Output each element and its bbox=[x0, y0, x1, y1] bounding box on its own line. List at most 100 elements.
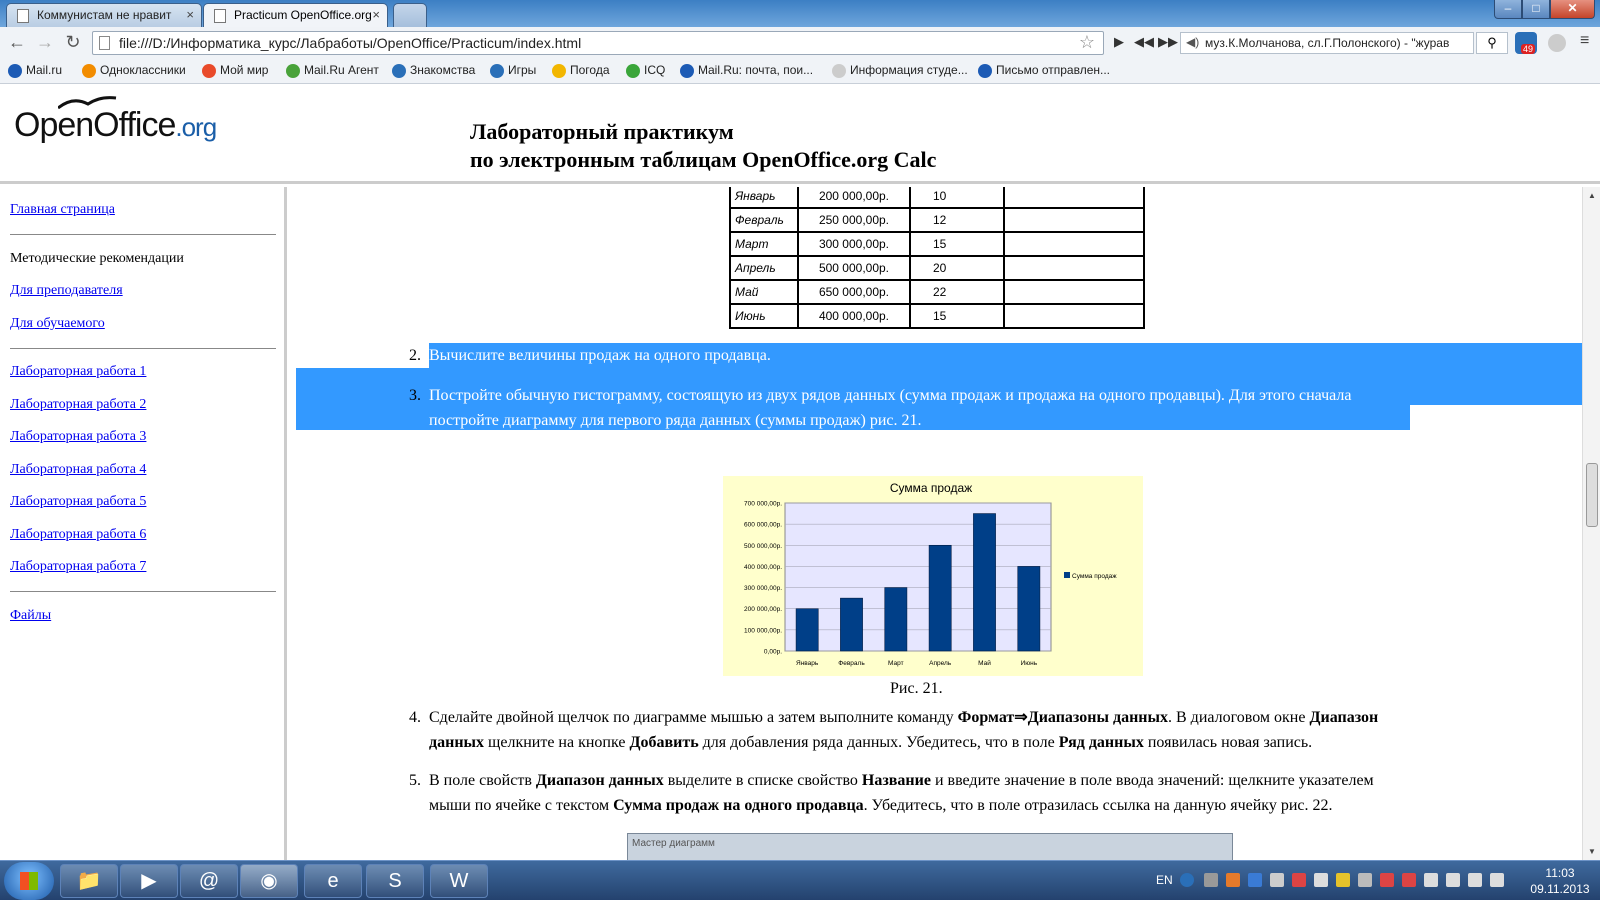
start-button[interactable] bbox=[4, 862, 54, 900]
table-cell: 15 bbox=[909, 303, 1005, 329]
word-icon[interactable]: W bbox=[430, 864, 488, 898]
sidebar-item-teacher[interactable]: Для преподавателя bbox=[10, 283, 123, 299]
bookmark-odnoklassniki[interactable]: Одноклассники bbox=[82, 63, 186, 78]
tray-app-icon[interactable] bbox=[1402, 873, 1416, 887]
tray-app-icon[interactable] bbox=[1424, 873, 1438, 887]
volume-icon[interactable] bbox=[1490, 873, 1504, 887]
bluetooth-icon[interactable] bbox=[1248, 873, 1262, 887]
forward-icon[interactable]: → bbox=[34, 32, 56, 54]
sidebar-item-lab-7[interactable]: Лабораторная работа 7 bbox=[10, 559, 146, 575]
table-cell: 15 bbox=[909, 231, 1005, 257]
address-bar[interactable]: file:///D:/Информатика_курс/Лабработы/Op… bbox=[92, 31, 1104, 55]
bookmark-icon bbox=[490, 64, 504, 78]
x-tick-label: Май bbox=[978, 659, 991, 667]
tray-app-icon[interactable] bbox=[1292, 873, 1306, 887]
mail-agent-icon[interactable]: @ bbox=[180, 864, 238, 898]
maximize-button[interactable]: □ bbox=[1522, 0, 1550, 19]
bookmark-info-student[interactable]: Информация студе... bbox=[832, 63, 968, 78]
search-icon[interactable]: ⚲ bbox=[1476, 32, 1508, 54]
signal-icon[interactable] bbox=[1468, 873, 1482, 887]
sidebar-label-methods: Методические рекомендации bbox=[10, 251, 184, 266]
minimize-button[interactable]: – bbox=[1494, 0, 1522, 19]
table-cell: Март bbox=[729, 231, 799, 257]
play-icon[interactable]: ▶ bbox=[1114, 34, 1124, 50]
bookmark-icq[interactable]: ICQ bbox=[626, 63, 665, 78]
tray-app-icon[interactable] bbox=[1336, 873, 1350, 887]
fast-forward-icon[interactable]: ▶▶ bbox=[1158, 34, 1178, 50]
bookmark-moi-mir[interactable]: Мой мир bbox=[202, 63, 268, 78]
legend-swatch bbox=[1064, 572, 1070, 578]
sidebar-item-lab-4[interactable]: Лабораторная работа 4 bbox=[10, 462, 146, 478]
bookmarks-bar: Mail.ru Одноклассники Мой мир Mail.Ru Аг… bbox=[0, 59, 1600, 84]
chart-bar bbox=[928, 544, 952, 652]
media-player-icon[interactable]: ▶ bbox=[120, 864, 178, 898]
divider bbox=[10, 234, 276, 235]
help-icon[interactable] bbox=[1180, 873, 1194, 887]
chart-bar bbox=[795, 608, 819, 652]
table-cell: 10 bbox=[909, 187, 1005, 209]
scroll-thumb[interactable] bbox=[1586, 463, 1598, 527]
sidebar-item-lab-1[interactable]: Лабораторная работа 1 bbox=[10, 364, 146, 380]
sidebar-item-files[interactable]: Файлы bbox=[10, 608, 51, 624]
bookmark-icon bbox=[680, 64, 694, 78]
reload-icon[interactable]: ↻ bbox=[62, 32, 84, 54]
close-icon[interactable]: × bbox=[186, 7, 194, 22]
clock-date[interactable]: 09.11.2013 bbox=[1530, 882, 1590, 896]
sales-chart[interactable]: Сумма продаж 0,00р. 100 000,00р. 200 000,00… bbox=[723, 476, 1143, 676]
rewind-icon[interactable]: ◀◀ bbox=[1134, 34, 1154, 50]
system-tray: EN 11:03 09.11.2013 bbox=[1150, 861, 1600, 901]
back-icon[interactable]: ← bbox=[6, 32, 28, 54]
sidebar-item-lab-2[interactable]: Лабораторная работа 2 bbox=[10, 397, 146, 413]
x-tick-label: Июнь bbox=[1021, 660, 1038, 667]
bookmark-igry[interactable]: Игры bbox=[490, 63, 536, 78]
bookmark-mail-agent[interactable]: Mail.Ru Агент bbox=[286, 63, 379, 78]
page-icon bbox=[99, 36, 110, 50]
sidebar-item-lab-3[interactable]: Лабораторная работа 3 bbox=[10, 429, 146, 445]
bookmark-pogoda[interactable]: Погода bbox=[552, 63, 610, 78]
vertical-scrollbar[interactable]: ▲ ▼ bbox=[1582, 187, 1600, 860]
legend-label: Сумма продаж bbox=[1072, 573, 1117, 580]
sidebar-item-lab-6[interactable]: Лабораторная работа 6 bbox=[10, 527, 146, 543]
sidebar-item-lab-5[interactable]: Лабораторная работа 5 bbox=[10, 494, 146, 510]
skype-icon[interactable]: S bbox=[366, 864, 424, 898]
bookmark-pismo[interactable]: Письмо отправлен... bbox=[978, 63, 1110, 78]
tray-app-icon[interactable] bbox=[1380, 873, 1394, 887]
chart-svg: Сумма продаж 0,00р. 100 000,00р. 200 000,00… bbox=[744, 481, 1117, 667]
chrome-icon[interactable]: ◉ bbox=[240, 864, 298, 898]
extension-icon[interactable] bbox=[1548, 34, 1566, 52]
bookmark-znakomstva[interactable]: Знакомства bbox=[392, 63, 475, 78]
flag-icon[interactable] bbox=[1270, 873, 1284, 887]
tab-kommunistam[interactable]: Коммунистам не нравит × bbox=[6, 3, 202, 27]
ie-icon[interactable]: e bbox=[304, 864, 362, 898]
close-icon[interactable]: × bbox=[372, 7, 380, 22]
table-row: Январь 200 000,00р. 10 bbox=[729, 187, 1145, 209]
sidebar-item-home[interactable]: Главная страница bbox=[10, 202, 115, 218]
table-cell bbox=[1003, 303, 1145, 329]
bookmark-icon bbox=[82, 64, 96, 78]
table-row: Март 300 000,00р. 15 bbox=[729, 231, 1145, 257]
scroll-up-icon[interactable]: ▲ bbox=[1588, 191, 1596, 200]
bookmark-mail-ru[interactable]: Mail.ru bbox=[8, 63, 62, 78]
table-cell: 22 bbox=[909, 279, 1005, 305]
network-icon[interactable] bbox=[1204, 873, 1218, 887]
wrench-icon[interactable]: ≡ bbox=[1580, 32, 1589, 50]
close-window-button[interactable]: ✕ bbox=[1550, 0, 1595, 19]
battery-icon[interactable] bbox=[1446, 873, 1460, 887]
tray-app-icon[interactable] bbox=[1226, 873, 1240, 887]
tray-app-icon[interactable] bbox=[1314, 873, 1328, 887]
explorer-icon[interactable]: 📁 bbox=[60, 864, 118, 898]
tab-practicum[interactable]: Practicum OpenOffice.org × bbox=[203, 3, 388, 27]
sidebar-item-student[interactable]: Для обучаемого bbox=[10, 316, 105, 332]
bookmark-mail-poisk[interactable]: Mail.Ru: почта, пои... bbox=[680, 63, 813, 78]
divider bbox=[10, 591, 276, 592]
tray-app-icon[interactable] bbox=[1358, 873, 1372, 887]
clock-time[interactable]: 11:03 bbox=[1530, 866, 1590, 880]
media-track-box[interactable]: ◀) муз.К.Молчанова, сл.Г.Полонского) - "… bbox=[1180, 32, 1474, 54]
new-tab-button[interactable] bbox=[393, 3, 427, 27]
chart-bar bbox=[884, 587, 908, 652]
url-text[interactable]: file:///D:/Информатика_курс/Лабработы/Op… bbox=[119, 35, 581, 51]
table-cell: 12 bbox=[909, 207, 1005, 233]
language-indicator[interactable]: EN bbox=[1156, 873, 1173, 887]
bookmark-star-icon[interactable]: ☆ bbox=[1079, 32, 1095, 53]
scroll-down-icon[interactable]: ▼ bbox=[1588, 847, 1596, 856]
